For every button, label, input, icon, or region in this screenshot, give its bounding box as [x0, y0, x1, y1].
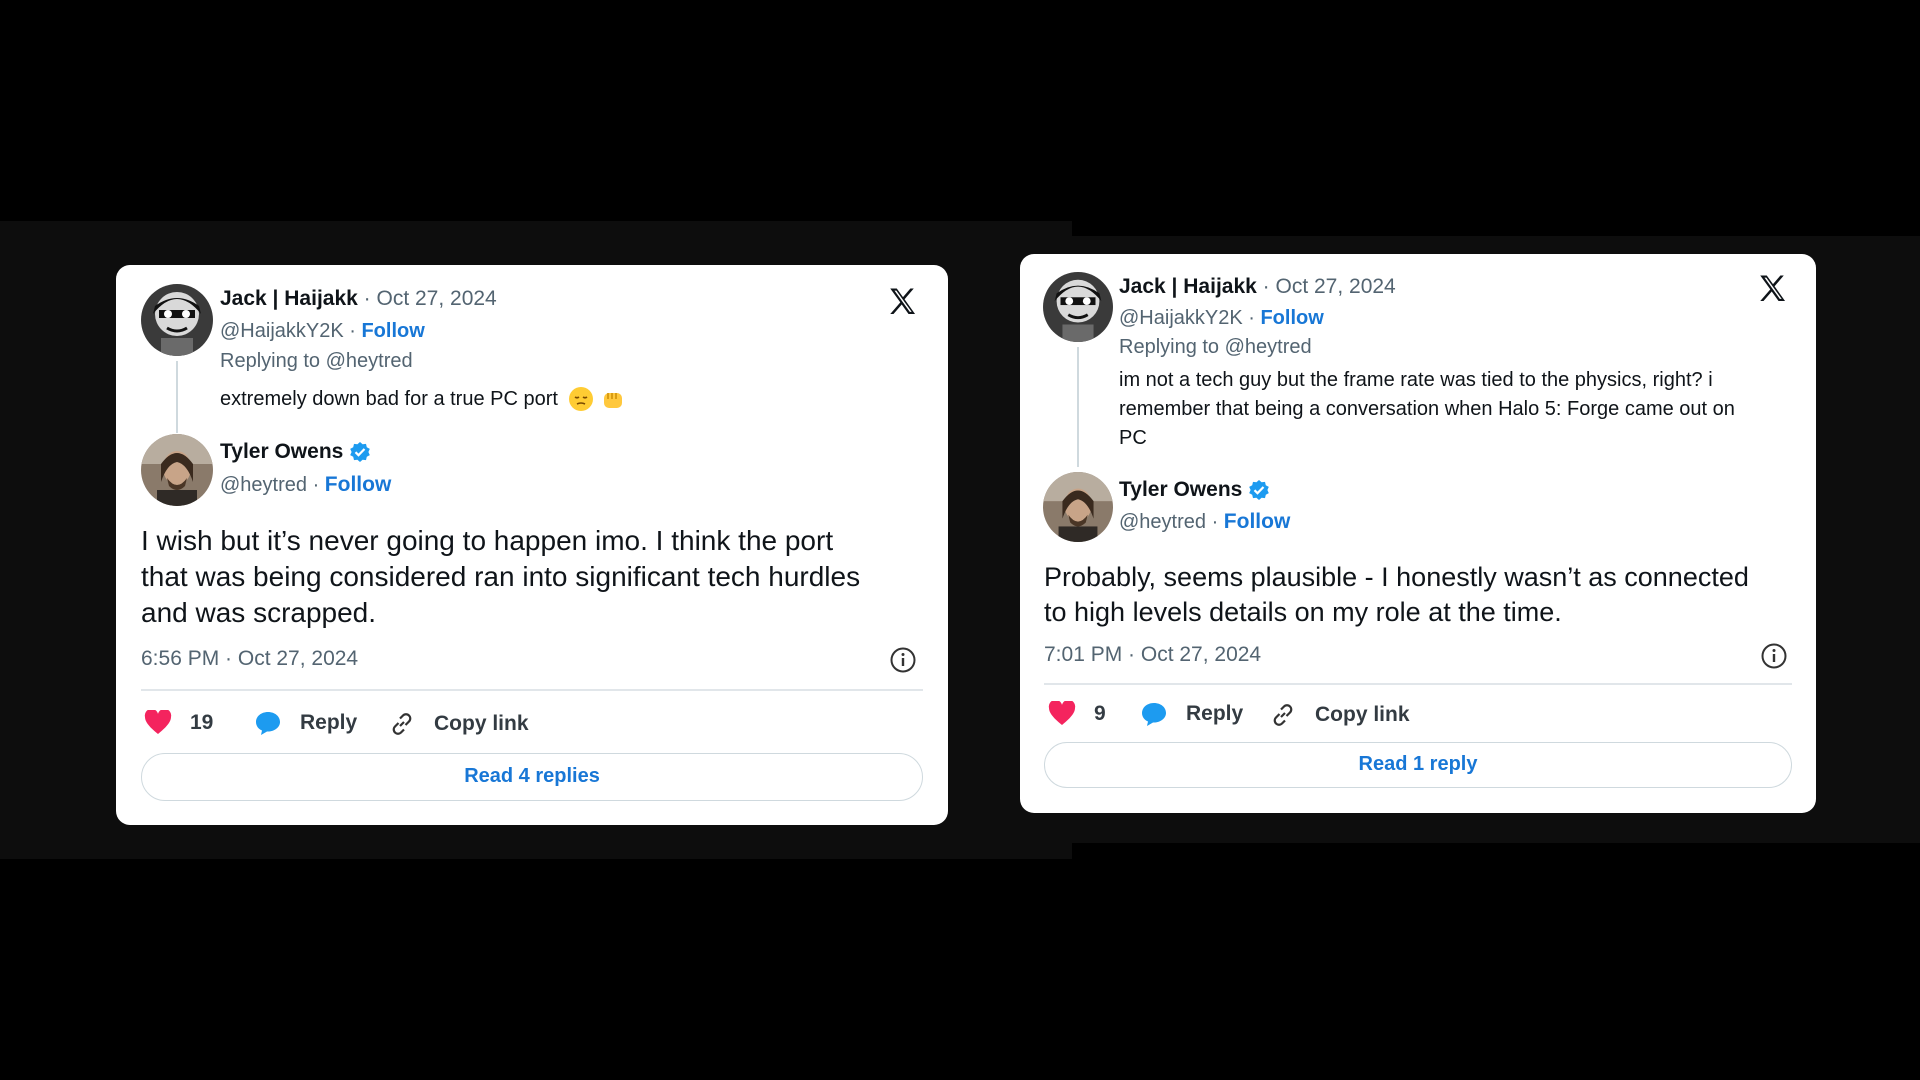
link-icon	[1273, 704, 1293, 726]
copy-link-label: Copy link	[434, 712, 529, 735]
author-name[interactable]: Tyler Owens	[220, 440, 343, 464]
like-count: 19	[190, 711, 214, 734]
reply-label: Reply	[1186, 702, 1244, 725]
author-handle[interactable]: @HaijakkY2K ·	[1119, 307, 1255, 329]
copy-link-action[interactable]: Copy link	[388, 710, 529, 738]
follow-button[interactable]: Follow	[325, 473, 392, 496]
follow-button[interactable]: Follow	[1260, 307, 1323, 329]
like-count: 9	[1094, 702, 1106, 725]
replying-to: Replying to @heytred	[220, 350, 413, 372]
avatar-haijakk[interactable]	[1043, 272, 1113, 342]
tweet-timestamp[interactable]: 7:01 PM · Oct 27, 2024	[1044, 643, 1261, 667]
follow-button[interactable]: Follow	[1224, 510, 1291, 533]
avatar-tyler-owens[interactable]	[1043, 472, 1113, 542]
info-icon[interactable]	[889, 646, 917, 674]
reply-action[interactable]: Reply	[1140, 701, 1243, 727]
divider	[141, 689, 923, 691]
read-replies-button[interactable]: Read 1 reply	[1044, 742, 1792, 788]
author-name[interactable]: Jack | Haijakk	[1119, 275, 1257, 298]
pensive-face-emoji-icon	[568, 387, 593, 411]
author-name[interactable]: Jack | Haijakk	[220, 287, 358, 310]
avatar-tyler-owens[interactable]	[141, 434, 213, 506]
avatar-haijakk[interactable]	[141, 284, 213, 356]
thread-line	[1077, 347, 1079, 467]
reply-tweet-text: Probably, seems plausible - I honestly w…	[1044, 562, 1749, 627]
replying-to: Replying to @heytred	[1119, 336, 1312, 358]
author-handle[interactable]: @heytred ·	[1119, 511, 1218, 533]
divider	[1044, 683, 1792, 685]
heart-icon[interactable]	[144, 710, 172, 736]
link-icon	[392, 713, 412, 735]
author-name[interactable]: Tyler Owens	[1119, 478, 1242, 502]
follow-button[interactable]: Follow	[361, 320, 424, 342]
reply-bubble-icon	[256, 712, 280, 735]
tweet-embed-card: Jack | Haijakk · Oct 27, 2024 @HaijakkY2…	[116, 265, 948, 825]
info-icon[interactable]	[1760, 642, 1788, 670]
reply-label: Reply	[300, 711, 358, 734]
thread-line	[176, 361, 178, 433]
reply-tweet-text: I wish but it’s never going to happen im…	[141, 525, 861, 628]
verified-badge-icon	[1249, 480, 1270, 500]
x-logo-icon[interactable]	[886, 285, 920, 319]
author-handle[interactable]: @HaijakkY2K ·	[220, 320, 356, 342]
like-action[interactable]: 9	[1048, 701, 1106, 727]
read-replies-button[interactable]: Read 4 replies	[141, 753, 923, 801]
copy-link-action[interactable]: Copy link	[1269, 701, 1410, 729]
copy-link-label: Copy link	[1315, 703, 1410, 726]
parent-tweet-text: extremely down bad for a true PC port	[220, 387, 558, 410]
verified-badge-icon	[350, 442, 371, 462]
tweet-date: · Oct 27, 2024	[363, 287, 497, 310]
like-action[interactable]: 19	[144, 710, 213, 736]
parent-tweet-text: im not a tech guy but the frame rate was…	[1119, 369, 1735, 449]
x-logo-icon[interactable]	[1756, 272, 1790, 306]
tweet-date: · Oct 27, 2024	[1262, 275, 1396, 298]
tweet-embed-card: Jack | Haijakk · Oct 27, 2024 @HaijakkY2…	[1020, 254, 1816, 813]
reply-action[interactable]: Reply	[254, 710, 357, 736]
fist-emoji-icon	[603, 393, 622, 408]
author-handle[interactable]: @heytred ·	[220, 474, 319, 496]
reply-bubble-icon	[1142, 703, 1166, 726]
heart-icon[interactable]	[1048, 701, 1076, 727]
tweet-timestamp[interactable]: 6:56 PM · Oct 27, 2024	[141, 647, 358, 671]
